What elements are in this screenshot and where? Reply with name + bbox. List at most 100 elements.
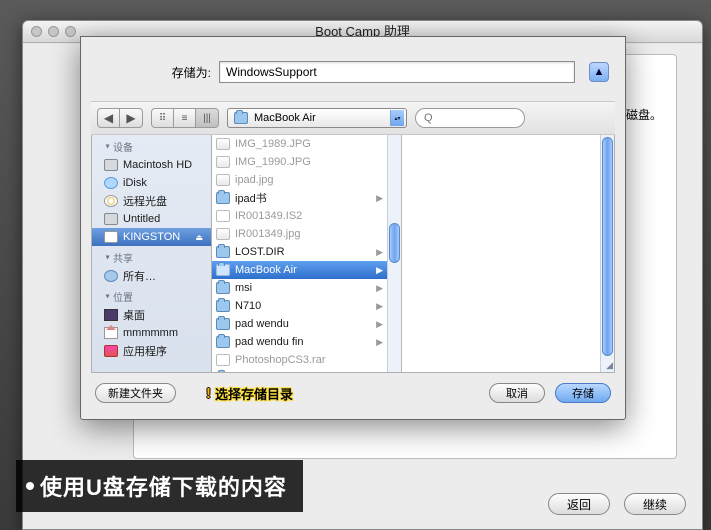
sidebar-item-label: mmmmmm <box>123 327 178 339</box>
browser-toolbar: ◀ ▶ ⠿ ≡ ||| MacBook Air ▴▾ Q <box>91 101 615 135</box>
file-row[interactable]: PhotoshopCS3.rar <box>212 351 387 369</box>
file-row[interactable]: ipad.jpg <box>212 171 387 189</box>
app-icon <box>104 345 118 357</box>
back-button[interactable]: 返回 <box>548 493 610 515</box>
disclosure-button[interactable]: ▲ <box>589 62 609 82</box>
file-row[interactable]: ipad书 ▶ <box>212 189 387 207</box>
file-label: PhotoshopCS3.rar <box>235 354 326 366</box>
folder-icon <box>216 264 230 276</box>
file-row[interactable]: MacBook Air ▶ <box>212 261 387 279</box>
sidebar-item-桌面[interactable]: 桌面 <box>92 306 211 324</box>
file-label: pad wendu <box>235 318 289 330</box>
file-browser: 设备 Macintosh HDiDisk远程光盘UntitledKINGSTON… <box>91 135 615 373</box>
file-row[interactable]: pad wendu ▶ <box>212 315 387 333</box>
chevron-right-icon: ▶ <box>376 265 383 276</box>
img-icon <box>216 228 230 240</box>
sidebar-item-label: 远程光盘 <box>123 193 167 209</box>
file-label: msi <box>235 282 252 294</box>
resize-handle-icon[interactable]: ◢ <box>606 360 613 371</box>
hint-text: !选择存储目录 <box>206 384 293 403</box>
sidebar-header-places[interactable]: 位置 <box>92 285 211 306</box>
scrollbar-2[interactable] <box>600 135 614 372</box>
continue-button[interactable]: 继续 <box>624 493 686 515</box>
search-icon: Q <box>424 112 433 124</box>
file-icon <box>216 354 230 366</box>
chevron-right-icon: ▶ <box>376 319 383 330</box>
nav-back-button[interactable]: ◀ <box>98 109 120 127</box>
file-row[interactable]: IMG_1990.JPG <box>212 153 387 171</box>
sidebar-item-idisk[interactable]: iDisk <box>92 174 211 192</box>
sidebar-item-所有…[interactable]: 所有… <box>92 267 211 285</box>
file-label: IMG_1989.JPG <box>235 138 311 150</box>
chevron-right-icon: ▶ <box>376 301 383 312</box>
sidebar-item-macintosh-hd[interactable]: Macintosh HD <box>92 156 211 174</box>
img-icon <box>216 174 230 186</box>
file-row[interactable]: msi ▶ <box>212 279 387 297</box>
save-button[interactable]: 存储 <box>555 383 611 403</box>
file-row[interactable]: LOST.DIR▶ <box>212 243 387 261</box>
folder-icon <box>234 112 248 124</box>
filename-input[interactable] <box>219 61 575 83</box>
chevron-right-icon: ▶ <box>376 193 383 204</box>
search-input[interactable] <box>437 112 507 124</box>
file-label: IR001349.jpg <box>235 228 300 240</box>
chevron-right-icon: ▶ <box>376 283 383 294</box>
warning-icon: ! <box>206 385 211 402</box>
globe-icon <box>104 270 118 282</box>
file-label: LOST.DIR <box>235 246 285 258</box>
file-label: N710 <box>235 300 261 312</box>
dropdown-arrows-icon: ▴▾ <box>390 110 404 126</box>
img-icon <box>216 138 230 150</box>
usb-icon <box>104 231 118 243</box>
column-1: IMG_1989.JPG IMG_1990.JPG ipad.jpgipad书 ▶ IR… <box>212 135 402 372</box>
file-row[interactable]: IR001349.IS2 <box>212 207 387 225</box>
sidebar-item-label: 桌面 <box>123 307 145 323</box>
traffic-lights[interactable] <box>31 26 76 37</box>
caption-overlay: 使用U盘存储下载的内容 <box>16 460 303 512</box>
sidebar-item-mmmmmm[interactable]: mmmmmm <box>92 324 211 342</box>
cancel-button[interactable]: 取消 <box>489 383 545 403</box>
file-row[interactable]: IMG_1989.JPG <box>212 135 387 153</box>
file-label: IMG_1990.JPG <box>235 156 311 168</box>
sidebar-item-kingston[interactable]: KINGSTON⏏ <box>92 228 211 246</box>
img-icon <box>216 156 230 168</box>
sidebar-item-label: 应用程序 <box>123 343 167 359</box>
disc-icon <box>104 195 118 207</box>
file-row[interactable]: pad wendu fin ▶ <box>212 333 387 351</box>
folder-icon <box>216 192 230 204</box>
hd-icon <box>104 213 118 225</box>
view-icon-button[interactable]: ⠿ <box>152 109 174 127</box>
file-row[interactable]: IR001349.jpg <box>212 225 387 243</box>
folder-icon <box>216 318 230 330</box>
nav-forward-button[interactable]: ▶ <box>120 109 142 127</box>
scrollbar[interactable] <box>387 135 401 372</box>
bullet-icon <box>26 482 34 490</box>
file-row[interactable]: N710 ▶ <box>212 297 387 315</box>
new-folder-button[interactable]: 新建文件夹 <box>95 383 176 403</box>
file-label: MacBook Air <box>235 264 297 276</box>
file-icon <box>216 210 230 222</box>
sidebar-item-远程光盘[interactable]: 远程光盘 <box>92 192 211 210</box>
hd-icon <box>104 159 118 171</box>
caption-text: 使用U盘存储下载的内容 <box>40 470 287 502</box>
save-sheet: 存储为: ▲ ◀ ▶ ⠿ ≡ ||| MacBook Air ▴▾ Q 设备 M… <box>80 36 626 420</box>
file-label: pad wendu fin <box>235 336 304 348</box>
view-list-button[interactable]: ≡ <box>174 109 196 127</box>
chevron-right-icon: ▶ <box>376 337 383 348</box>
view-column-button[interactable]: ||| <box>196 109 218 127</box>
search-field[interactable]: Q <box>415 108 525 128</box>
file-row[interactable]: RECYCLER▶ <box>212 369 387 372</box>
sidebar-item-应用程序[interactable]: 应用程序 <box>92 342 211 360</box>
idisk-icon <box>104 177 118 189</box>
eject-icon[interactable]: ⏏ <box>195 233 203 242</box>
folder-icon <box>216 336 230 348</box>
sidebar-header-shared[interactable]: 共享 <box>92 246 211 267</box>
sidebar: 设备 Macintosh HDiDisk远程光盘UntitledKINGSTON… <box>92 135 212 372</box>
sidebar-header-devices[interactable]: 设备 <box>92 135 211 156</box>
folder-icon <box>216 282 230 294</box>
sidebar-item-untitled[interactable]: Untitled <box>92 210 211 228</box>
folder-icon <box>216 300 230 312</box>
file-label: ipad书 <box>235 190 267 206</box>
path-dropdown[interactable]: MacBook Air ▴▾ <box>227 108 407 128</box>
view-buttons: ⠿ ≡ ||| <box>151 108 219 128</box>
